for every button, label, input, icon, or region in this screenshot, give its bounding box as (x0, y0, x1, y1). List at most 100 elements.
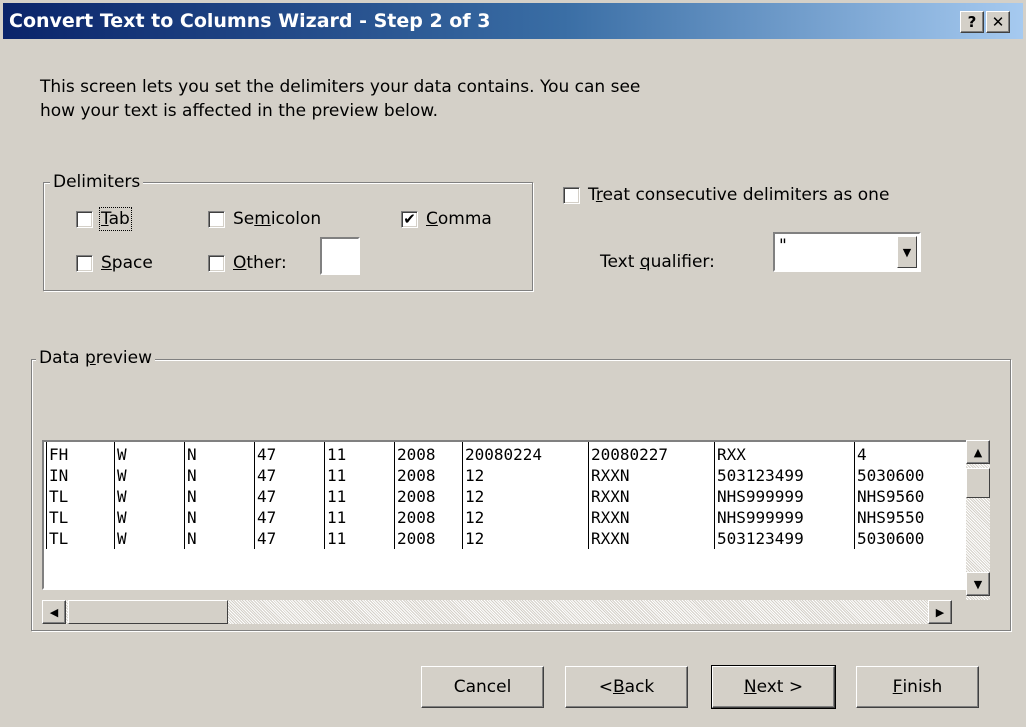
dropdown-arrow-icon[interactable]: ▼ (897, 236, 917, 268)
checkbox-semicolon-label: Semicolon (233, 209, 322, 229)
preview-cell: RXXN (588, 528, 715, 549)
preview-cell: N (184, 528, 255, 549)
preview-cell: RXX (714, 442, 855, 465)
preview-row: IN W N 47 11 2008 12 RXXN 503123499 5030600 (46, 465, 965, 486)
preview-cell: W (114, 486, 185, 507)
preview-cell: 5030600 (854, 465, 965, 486)
text-qualifier-value: " (779, 236, 787, 256)
preview-cell: 503123499 (714, 528, 855, 549)
preview-row: TL W N 47 11 2008 12 RXXN 503123499 5030600 (46, 528, 965, 549)
preview-cell: W (114, 528, 185, 549)
preview-row: TL W N 47 11 2008 12 RXXN NHS999999 NHS9550 (46, 507, 965, 528)
checkbox-semicolon-box[interactable] (208, 210, 225, 228)
horizontal-scroll-thumb[interactable] (68, 600, 228, 624)
wizard-dialog: Convert Text to Columns Wizard - Step 2 … (0, 0, 1026, 727)
intro-text: This screen lets you set the delimiters … (40, 75, 640, 123)
preview-row: FH W N 47 11 2008 20080224 20080227 RXX 4 (46, 442, 965, 465)
scroll-left-button[interactable]: ◀ (42, 600, 66, 624)
checkbox-tab-label: Tab (99, 207, 132, 231)
preview-cell: 11 (324, 528, 395, 549)
preview-cell: NHS999999 (714, 507, 855, 528)
checkbox-tab-box[interactable] (76, 210, 93, 228)
preview-cell: NHS999999 (714, 486, 855, 507)
preview-cell: N (184, 507, 255, 528)
preview-cell: N (184, 486, 255, 507)
cancel-button[interactable]: Cancel (421, 666, 544, 708)
data-preview-grid[interactable]: FH W N 47 11 2008 20080224 20080227 RXX 4 IN W N 47 11… (42, 440, 977, 590)
preview-cell: RXXN (588, 507, 715, 528)
preview-cell: 11 (324, 465, 395, 486)
vertical-scroll-thumb[interactable] (966, 468, 990, 498)
preview-cell: 2008 (394, 465, 463, 486)
close-button[interactable]: ✕ (986, 11, 1010, 33)
preview-cell: 503123499 (714, 465, 855, 486)
preview-cell: 11 (324, 442, 395, 465)
finish-button[interactable]: Finish (856, 666, 979, 708)
preview-cell: W (114, 465, 185, 486)
data-preview-legend: Data preview (36, 348, 156, 368)
back-button[interactable]: < Back (565, 666, 688, 708)
preview-cell: RXXN (588, 465, 715, 486)
checkbox-comma[interactable]: ✔ Comma (401, 209, 492, 229)
preview-cell: RXXN (588, 486, 715, 507)
check-mark-icon: ✔ (403, 209, 416, 228)
preview-cell: 11 (324, 507, 395, 528)
preview-row: TL W N 47 11 2008 12 RXXN NHS999999 NHS9560 (46, 486, 965, 507)
intro-line-2: how your text is affected in the preview… (40, 101, 439, 121)
checkbox-other-box[interactable] (208, 254, 225, 272)
checkbox-semicolon[interactable]: Semicolon (208, 209, 321, 229)
preview-cell: 2008 (394, 442, 463, 465)
preview-cell: 47 (254, 465, 325, 486)
next-button[interactable]: Next > (711, 665, 836, 709)
checkbox-comma-label: Comma (426, 209, 492, 229)
preview-cell: 2008 (394, 507, 463, 528)
preview-cell: N (184, 465, 255, 486)
preview-cell: 12 (462, 465, 589, 486)
title-bar[interactable]: Convert Text to Columns Wizard - Step 2 … (3, 3, 1023, 39)
preview-cell: 12 (462, 528, 589, 549)
preview-cell: 5030600 (854, 528, 965, 549)
scroll-up-button[interactable]: ▲ (966, 440, 990, 464)
text-qualifier-select[interactable]: " ▼ (773, 232, 921, 272)
checkbox-consecutive[interactable]: Treat consecutive delimiters as one (563, 185, 889, 205)
preview-cell: TL (46, 528, 115, 549)
scroll-right-button[interactable]: ▶ (928, 600, 952, 624)
dialog-title: Convert Text to Columns Wizard - Step 2 … (9, 10, 491, 32)
help-button[interactable]: ? (960, 11, 984, 33)
other-delimiter-input[interactable] (320, 237, 360, 275)
preview-cell: N (184, 442, 255, 465)
text-qualifier-label: Text qualifier: (600, 252, 715, 272)
checkbox-consecutive-label: Treat consecutive delimiters as one (588, 185, 890, 205)
scroll-down-button[interactable]: ▼ (966, 572, 990, 596)
checkbox-tab[interactable]: Tab (76, 207, 132, 231)
preview-cell: 12 (462, 507, 589, 528)
checkbox-space-box[interactable] (76, 254, 93, 272)
preview-table: FH W N 47 11 2008 20080224 20080227 RXX 4 IN W N 47 11… (46, 442, 965, 549)
delimiters-group (43, 182, 533, 291)
intro-line-1: This screen lets you set the delimiters … (40, 77, 641, 97)
preview-cell: NHS9550 (854, 507, 965, 528)
preview-cell: 47 (254, 486, 325, 507)
preview-cell: 47 (254, 528, 325, 549)
checkbox-other[interactable]: Other: (208, 253, 287, 273)
preview-cell: 20080224 (462, 442, 589, 465)
preview-cell: 2008 (394, 528, 463, 549)
preview-cell: TL (46, 486, 115, 507)
preview-cell: W (114, 507, 185, 528)
vertical-scrollbar[interactable]: ▲ ▼ (966, 440, 990, 600)
preview-cell: W (114, 442, 185, 465)
preview-cell: 11 (324, 486, 395, 507)
preview-cell: 2008 (394, 486, 463, 507)
preview-cell: FH (46, 442, 115, 465)
preview-cell: 4 (854, 442, 965, 465)
checkbox-comma-box[interactable]: ✔ (401, 209, 418, 228)
preview-cell: 20080227 (588, 442, 715, 465)
checkbox-consecutive-box[interactable] (563, 186, 580, 204)
checkbox-space-label: Space (101, 253, 153, 273)
checkbox-space[interactable]: Space (76, 253, 153, 273)
preview-cell: IN (46, 465, 115, 486)
delimiters-legend: Delimiters (50, 172, 144, 192)
preview-cell: 47 (254, 507, 325, 528)
preview-cell: TL (46, 507, 115, 528)
horizontal-scrollbar[interactable]: ◀ ▶ (42, 600, 952, 624)
